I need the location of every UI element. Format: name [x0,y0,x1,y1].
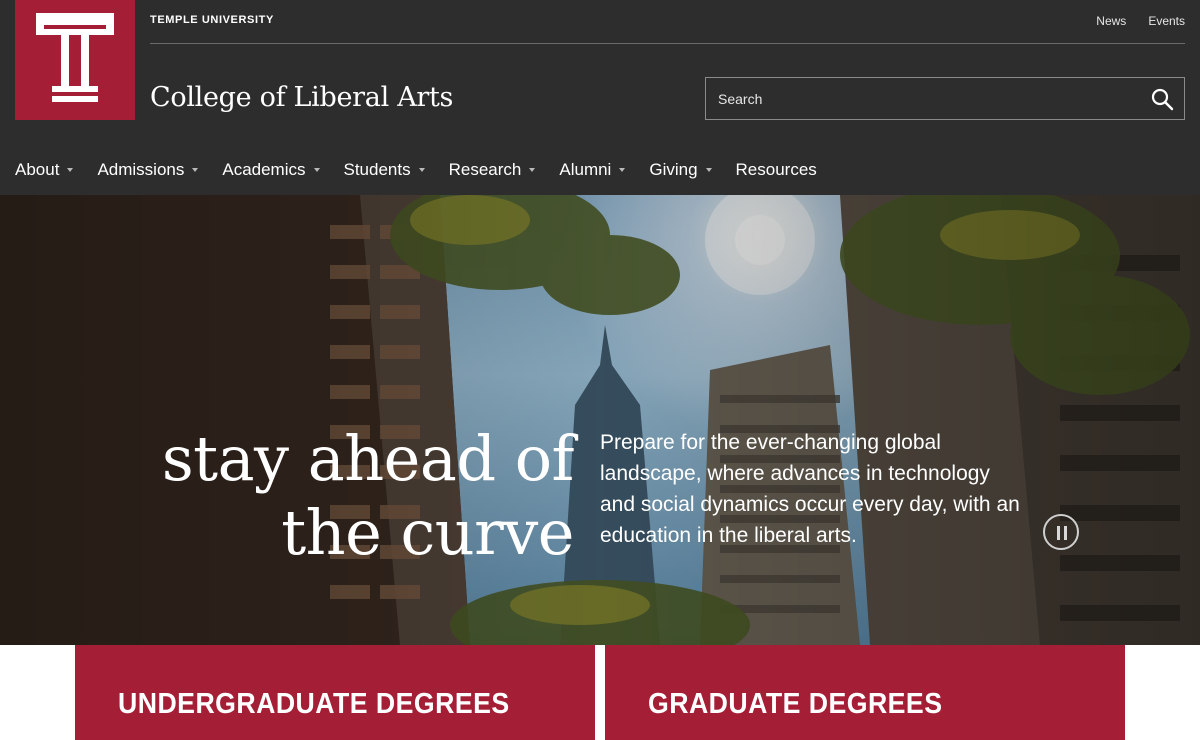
pause-button[interactable] [1043,514,1079,550]
card-label: GRADUATE DEGREES [648,688,943,720]
undergraduate-degrees-card[interactable]: UNDERGRADUATE DEGREES [75,645,595,740]
caret-down-icon [619,168,626,172]
search-input[interactable] [706,78,1136,119]
nav-item-label: About [15,160,60,179]
hero-headline-line1: stay ahead of [161,422,575,495]
university-name[interactable]: TEMPLE UNIVERSITY [150,14,274,26]
nav-item-academics[interactable]: Academics [222,160,320,180]
caret-down-icon [313,168,320,172]
nav-item-about[interactable]: About [15,160,74,180]
hero-overlay [0,195,1200,645]
nav-item-label: Research [448,160,522,179]
graduate-degrees-card[interactable]: GRADUATE DEGREES [605,645,1125,740]
college-title[interactable]: College of Liberal Arts [150,82,453,113]
nav-item-giving[interactable]: Giving [649,160,712,180]
nav-item-label: Academics [222,160,306,179]
temple-t-icon [36,13,114,102]
temple-logo[interactable] [15,0,135,120]
header-divider [150,43,1185,44]
search-icon[interactable] [1150,87,1174,111]
hero-banner: stay ahead of the curve Prepare for the … [0,195,1200,645]
pause-icon [1064,526,1067,540]
utility-nav: News Events [1096,14,1185,28]
main-nav: About Admissions Academics Students Rese… [15,160,841,180]
nav-item-research[interactable]: Research [449,160,536,180]
caret-down-icon [67,168,74,172]
nav-item-students[interactable]: Students [344,160,425,180]
utility-link-events[interactable]: Events [1148,14,1185,28]
nav-item-label: Admissions [97,160,185,179]
caret-down-icon [529,168,536,172]
site-header: TEMPLE UNIVERSITY News Events College of… [0,0,1200,195]
nav-item-label: Alumni [559,160,612,179]
hero-headline-line2: the curve [281,496,574,569]
caret-down-icon [705,168,712,172]
nav-item-alumni[interactable]: Alumni [559,160,626,180]
utility-link-news[interactable]: News [1096,14,1126,28]
nav-item-label: Giving [649,160,698,179]
hero-headline: stay ahead of the curve [161,422,575,570]
pause-icon [1057,526,1060,540]
nav-item-admissions[interactable]: Admissions [97,160,199,180]
caret-down-icon [418,168,425,172]
degree-cards: UNDERGRADUATE DEGREES GRADUATE DEGREES [0,645,1200,740]
nav-item-resources[interactable]: Resources [736,160,817,180]
caret-down-icon [192,168,199,172]
nav-item-label: Students [343,160,411,179]
search-box [705,77,1185,120]
nav-item-label: Resources [735,160,817,179]
card-label: UNDERGRADUATE DEGREES [118,688,510,720]
hero-blurb: Prepare for the ever-changing global lan… [600,431,1020,547]
